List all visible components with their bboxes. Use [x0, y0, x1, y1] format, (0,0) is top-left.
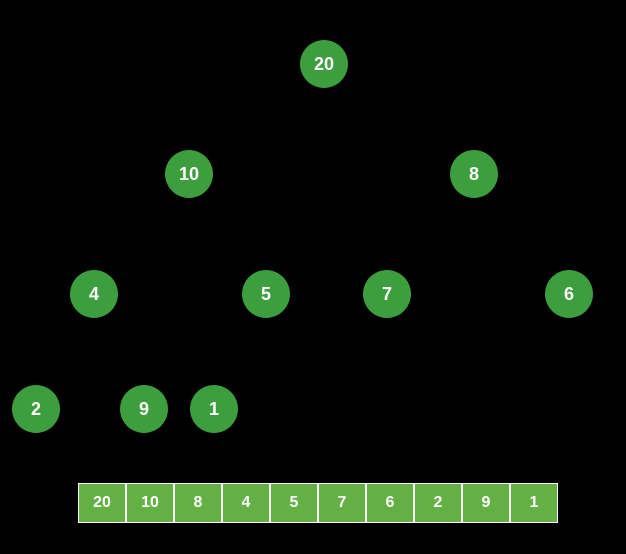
array-cell: 9 — [462, 483, 510, 523]
tree-node: 6 — [545, 270, 593, 318]
array-cell: 1 — [510, 483, 558, 523]
tree-node: 7 — [363, 270, 411, 318]
tree-node: 10 — [165, 150, 213, 198]
array-cell: 10 — [126, 483, 174, 523]
tree-node: 9 — [120, 385, 168, 433]
heap-array: 20 10 8 4 5 7 6 2 9 1 — [78, 483, 558, 523]
array-cell: 2 — [414, 483, 462, 523]
array-cell: 5 — [270, 483, 318, 523]
array-cell: 6 — [366, 483, 414, 523]
tree-node: 8 — [450, 150, 498, 198]
tree-node: 5 — [242, 270, 290, 318]
heap-diagram: 20 10 8 4 5 7 6 2 9 1 20 10 8 4 5 7 6 2 … — [0, 0, 626, 554]
tree-node-root: 20 — [300, 40, 348, 88]
tree-node: 2 — [12, 385, 60, 433]
array-cell: 7 — [318, 483, 366, 523]
tree-node: 4 — [70, 270, 118, 318]
array-cell: 4 — [222, 483, 270, 523]
array-cell: 8 — [174, 483, 222, 523]
tree-node: 1 — [190, 385, 238, 433]
array-cell: 20 — [78, 483, 126, 523]
